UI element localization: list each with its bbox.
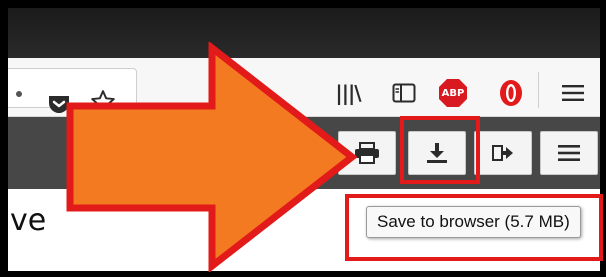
tools-menu-icon	[555, 141, 583, 165]
tooltip-highlight	[345, 194, 603, 261]
page-actions-dot-icon[interactable]	[16, 91, 22, 97]
sidebar-icon[interactable]	[391, 82, 417, 104]
adblock-plus-label: ABP	[441, 87, 465, 99]
presentation-mode-icon	[489, 141, 517, 165]
toolbar-separator	[538, 72, 539, 108]
orange-arrow-annotation	[66, 42, 358, 272]
presentation-mode-button[interactable]	[474, 131, 532, 175]
download-button-highlight	[400, 116, 480, 184]
tools-menu-button[interactable]	[540, 131, 598, 175]
opera-icon[interactable]	[496, 78, 526, 108]
page-heading-fragment: ve	[10, 203, 47, 238]
adblock-plus-icon[interactable]: ABP	[438, 78, 468, 108]
hamburger-menu-icon[interactable]	[560, 80, 586, 106]
